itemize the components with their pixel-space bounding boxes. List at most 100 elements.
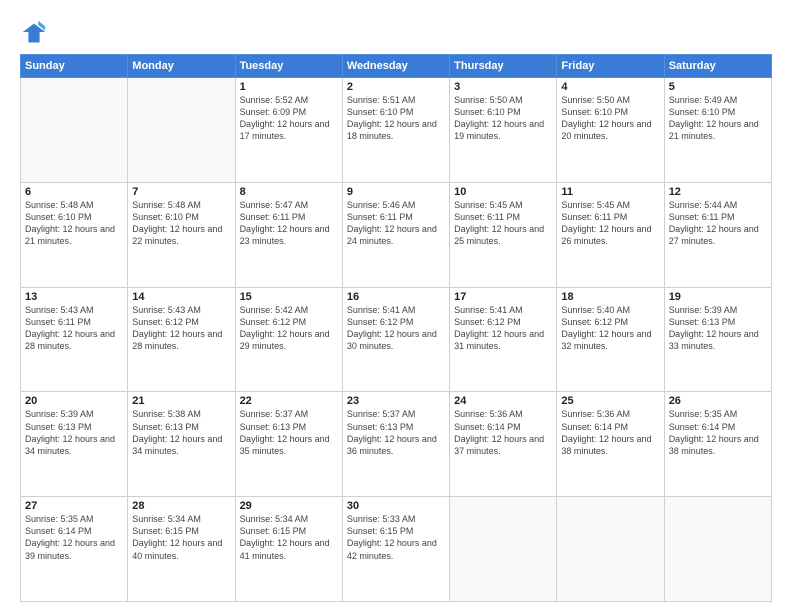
calendar-cell: 30Sunrise: 5:33 AM Sunset: 6:15 PM Dayli…	[342, 497, 449, 602]
day-number: 23	[347, 395, 445, 407]
header	[20, 18, 772, 46]
day-info: Sunrise: 5:50 AM Sunset: 6:10 PM Dayligh…	[454, 94, 552, 143]
day-info: Sunrise: 5:34 AM Sunset: 6:15 PM Dayligh…	[132, 513, 230, 562]
calendar-cell: 29Sunrise: 5:34 AM Sunset: 6:15 PM Dayli…	[235, 497, 342, 602]
calendar-cell: 19Sunrise: 5:39 AM Sunset: 6:13 PM Dayli…	[664, 287, 771, 392]
day-info: Sunrise: 5:41 AM Sunset: 6:12 PM Dayligh…	[454, 304, 552, 353]
week-row-4: 27Sunrise: 5:35 AM Sunset: 6:14 PM Dayli…	[21, 497, 772, 602]
day-number: 1	[240, 81, 338, 93]
calendar-cell: 28Sunrise: 5:34 AM Sunset: 6:15 PM Dayli…	[128, 497, 235, 602]
calendar-cell: 25Sunrise: 5:36 AM Sunset: 6:14 PM Dayli…	[557, 392, 664, 497]
day-number: 13	[25, 291, 123, 303]
calendar-cell: 9Sunrise: 5:46 AM Sunset: 6:11 PM Daylig…	[342, 182, 449, 287]
day-number: 6	[25, 186, 123, 198]
calendar-cell	[21, 78, 128, 183]
week-row-2: 13Sunrise: 5:43 AM Sunset: 6:11 PM Dayli…	[21, 287, 772, 392]
calendar-cell: 10Sunrise: 5:45 AM Sunset: 6:11 PM Dayli…	[450, 182, 557, 287]
day-number: 14	[132, 291, 230, 303]
calendar-cell: 4Sunrise: 5:50 AM Sunset: 6:10 PM Daylig…	[557, 78, 664, 183]
day-info: Sunrise: 5:42 AM Sunset: 6:12 PM Dayligh…	[240, 304, 338, 353]
day-info: Sunrise: 5:44 AM Sunset: 6:11 PM Dayligh…	[669, 199, 767, 248]
day-info: Sunrise: 5:35 AM Sunset: 6:14 PM Dayligh…	[25, 513, 123, 562]
calendar-cell: 22Sunrise: 5:37 AM Sunset: 6:13 PM Dayli…	[235, 392, 342, 497]
calendar-cell: 26Sunrise: 5:35 AM Sunset: 6:14 PM Dayli…	[664, 392, 771, 497]
calendar-table: SundayMondayTuesdayWednesdayThursdayFrid…	[20, 54, 772, 602]
day-info: Sunrise: 5:39 AM Sunset: 6:13 PM Dayligh…	[25, 408, 123, 457]
calendar-cell: 8Sunrise: 5:47 AM Sunset: 6:11 PM Daylig…	[235, 182, 342, 287]
day-number: 9	[347, 186, 445, 198]
day-header-saturday: Saturday	[664, 55, 771, 78]
calendar-cell: 11Sunrise: 5:45 AM Sunset: 6:11 PM Dayli…	[557, 182, 664, 287]
week-row-1: 6Sunrise: 5:48 AM Sunset: 6:10 PM Daylig…	[21, 182, 772, 287]
day-info: Sunrise: 5:33 AM Sunset: 6:15 PM Dayligh…	[347, 513, 445, 562]
day-number: 12	[669, 186, 767, 198]
day-number: 4	[561, 81, 659, 93]
day-info: Sunrise: 5:45 AM Sunset: 6:11 PM Dayligh…	[561, 199, 659, 248]
day-number: 15	[240, 291, 338, 303]
day-header-friday: Friday	[557, 55, 664, 78]
calendar-cell: 17Sunrise: 5:41 AM Sunset: 6:12 PM Dayli…	[450, 287, 557, 392]
day-number: 16	[347, 291, 445, 303]
page: SundayMondayTuesdayWednesdayThursdayFrid…	[0, 0, 792, 612]
calendar-cell: 7Sunrise: 5:48 AM Sunset: 6:10 PM Daylig…	[128, 182, 235, 287]
week-row-0: 1Sunrise: 5:52 AM Sunset: 6:09 PM Daylig…	[21, 78, 772, 183]
day-number: 7	[132, 186, 230, 198]
day-number: 11	[561, 186, 659, 198]
week-row-3: 20Sunrise: 5:39 AM Sunset: 6:13 PM Dayli…	[21, 392, 772, 497]
day-number: 5	[669, 81, 767, 93]
day-info: Sunrise: 5:43 AM Sunset: 6:12 PM Dayligh…	[132, 304, 230, 353]
day-number: 2	[347, 81, 445, 93]
logo	[20, 18, 52, 46]
day-number: 30	[347, 500, 445, 512]
day-info: Sunrise: 5:47 AM Sunset: 6:11 PM Dayligh…	[240, 199, 338, 248]
day-info: Sunrise: 5:50 AM Sunset: 6:10 PM Dayligh…	[561, 94, 659, 143]
calendar-cell: 27Sunrise: 5:35 AM Sunset: 6:14 PM Dayli…	[21, 497, 128, 602]
day-number: 10	[454, 186, 552, 198]
day-number: 8	[240, 186, 338, 198]
calendar-cell: 23Sunrise: 5:37 AM Sunset: 6:13 PM Dayli…	[342, 392, 449, 497]
day-info: Sunrise: 5:34 AM Sunset: 6:15 PM Dayligh…	[240, 513, 338, 562]
day-number: 22	[240, 395, 338, 407]
day-info: Sunrise: 5:51 AM Sunset: 6:10 PM Dayligh…	[347, 94, 445, 143]
day-header-thursday: Thursday	[450, 55, 557, 78]
calendar-header-row: SundayMondayTuesdayWednesdayThursdayFrid…	[21, 55, 772, 78]
day-info: Sunrise: 5:49 AM Sunset: 6:10 PM Dayligh…	[669, 94, 767, 143]
day-info: Sunrise: 5:40 AM Sunset: 6:12 PM Dayligh…	[561, 304, 659, 353]
day-number: 20	[25, 395, 123, 407]
calendar-cell	[557, 497, 664, 602]
calendar-cell: 3Sunrise: 5:50 AM Sunset: 6:10 PM Daylig…	[450, 78, 557, 183]
day-number: 19	[669, 291, 767, 303]
calendar-cell: 15Sunrise: 5:42 AM Sunset: 6:12 PM Dayli…	[235, 287, 342, 392]
day-number: 21	[132, 395, 230, 407]
day-info: Sunrise: 5:52 AM Sunset: 6:09 PM Dayligh…	[240, 94, 338, 143]
calendar-cell: 13Sunrise: 5:43 AM Sunset: 6:11 PM Dayli…	[21, 287, 128, 392]
day-info: Sunrise: 5:48 AM Sunset: 6:10 PM Dayligh…	[132, 199, 230, 248]
calendar-cell: 16Sunrise: 5:41 AM Sunset: 6:12 PM Dayli…	[342, 287, 449, 392]
calendar-cell: 12Sunrise: 5:44 AM Sunset: 6:11 PM Dayli…	[664, 182, 771, 287]
calendar-cell: 1Sunrise: 5:52 AM Sunset: 6:09 PM Daylig…	[235, 78, 342, 183]
day-header-tuesday: Tuesday	[235, 55, 342, 78]
day-info: Sunrise: 5:41 AM Sunset: 6:12 PM Dayligh…	[347, 304, 445, 353]
day-info: Sunrise: 5:45 AM Sunset: 6:11 PM Dayligh…	[454, 199, 552, 248]
calendar-cell: 21Sunrise: 5:38 AM Sunset: 6:13 PM Dayli…	[128, 392, 235, 497]
calendar-cell: 6Sunrise: 5:48 AM Sunset: 6:10 PM Daylig…	[21, 182, 128, 287]
logo-icon	[20, 18, 48, 46]
day-info: Sunrise: 5:48 AM Sunset: 6:10 PM Dayligh…	[25, 199, 123, 248]
calendar-cell: 2Sunrise: 5:51 AM Sunset: 6:10 PM Daylig…	[342, 78, 449, 183]
day-header-sunday: Sunday	[21, 55, 128, 78]
day-number: 3	[454, 81, 552, 93]
calendar-cell: 20Sunrise: 5:39 AM Sunset: 6:13 PM Dayli…	[21, 392, 128, 497]
day-number: 29	[240, 500, 338, 512]
day-number: 26	[669, 395, 767, 407]
day-info: Sunrise: 5:46 AM Sunset: 6:11 PM Dayligh…	[347, 199, 445, 248]
day-info: Sunrise: 5:35 AM Sunset: 6:14 PM Dayligh…	[669, 408, 767, 457]
day-info: Sunrise: 5:36 AM Sunset: 6:14 PM Dayligh…	[454, 408, 552, 457]
calendar-cell: 18Sunrise: 5:40 AM Sunset: 6:12 PM Dayli…	[557, 287, 664, 392]
day-number: 18	[561, 291, 659, 303]
calendar-cell	[450, 497, 557, 602]
calendar-cell	[128, 78, 235, 183]
day-header-monday: Monday	[128, 55, 235, 78]
day-info: Sunrise: 5:43 AM Sunset: 6:11 PM Dayligh…	[25, 304, 123, 353]
day-number: 17	[454, 291, 552, 303]
day-number: 27	[25, 500, 123, 512]
